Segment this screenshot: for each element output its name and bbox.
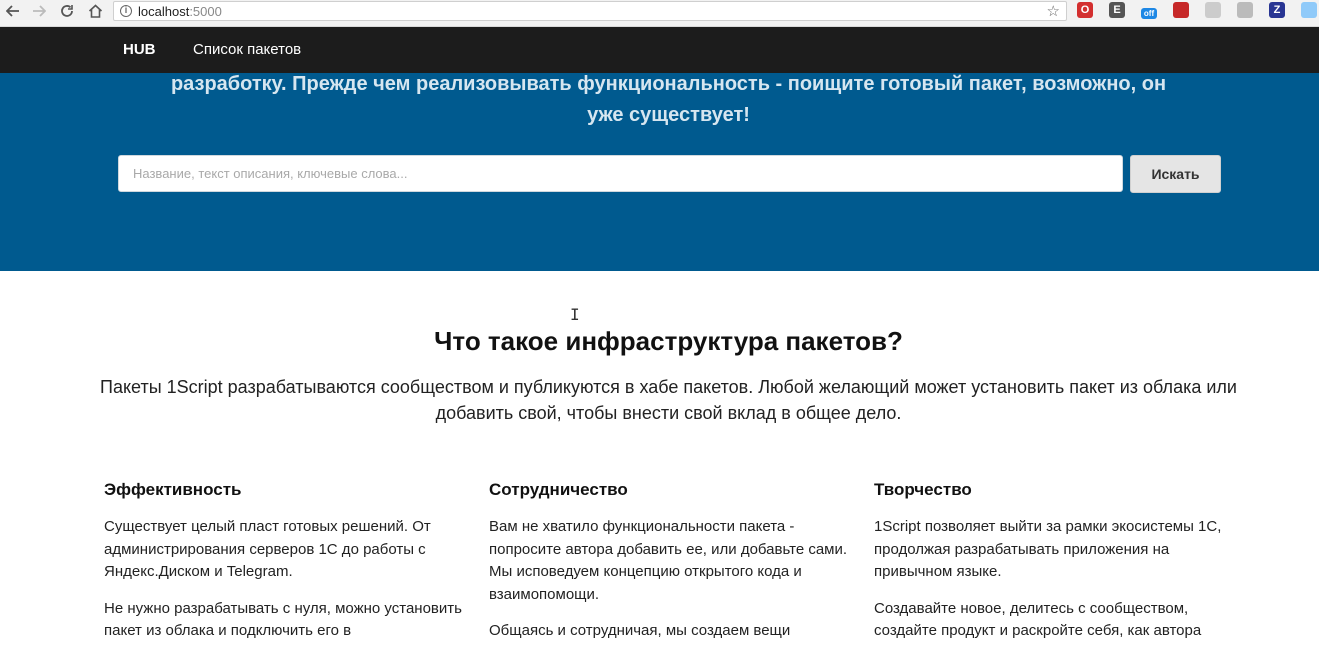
evernote-ext-icon[interactable]: E <box>1109 2 1125 18</box>
feature-efficiency: Эффективность Существует целый пласт гот… <box>104 480 464 657</box>
bookmark-ext-icon[interactable] <box>1173 2 1189 18</box>
feature-title: Сотрудничество <box>489 480 628 499</box>
info-icon[interactable]: i <box>120 5 132 17</box>
feature-collaboration: Сотрудничество Вам не хватило функционал… <box>489 480 849 657</box>
feature-creativity: Творчество 1Script позволяет выйти за ра… <box>874 480 1234 657</box>
section-subtitle: Пакеты 1Script разрабатываются сообществ… <box>100 377 1237 423</box>
hero-text: разработку. Прежде чем реализовывать фун… <box>170 73 1167 126</box>
reload-icon <box>61 5 73 17</box>
home-icon <box>88 4 102 18</box>
feature-paragraph: Не нужно разрабатывать с нуля, можно уст… <box>104 599 462 640</box>
feature-title: Эффективность <box>104 480 242 499</box>
hero-section: разработку. Прежде чем реализовывать фун… <box>0 73 1319 271</box>
nav-link-packages[interactable]: Список пакетов <box>193 41 301 58</box>
home-button[interactable] <box>84 1 106 21</box>
off-ext-icon[interactable]: off <box>1141 8 1157 19</box>
text-cursor-icon: I <box>570 305 580 324</box>
brand-link[interactable]: HUB <box>123 41 156 58</box>
z-ext-icon[interactable]: Z <box>1269 2 1285 18</box>
url-host: localhost <box>138 3 190 19</box>
bookmark-star-icon[interactable]: ☆ <box>1047 2 1060 20</box>
opera-ext-icon[interactable]: O <box>1077 2 1093 18</box>
search-input[interactable] <box>118 155 1123 192</box>
forward-button[interactable] <box>28 1 50 21</box>
feature-paragraph: Существует целый пласт готовых решений. … <box>104 518 431 580</box>
search-button[interactable]: Искать <box>1130 155 1221 193</box>
feature-paragraph: 1Script позволяет выйти за рамки экосист… <box>874 518 1222 580</box>
site-navbar: HUB Список пакетов <box>0 27 1319 73</box>
feature-paragraph: Создавайте новое, делитесь с сообществом… <box>874 599 1202 640</box>
section-title: Что такое инфраструктура пакетов? <box>434 326 903 356</box>
camera-ext-icon[interactable] <box>1205 2 1221 18</box>
url-port: :5000 <box>189 3 222 19</box>
reload-button[interactable] <box>56 1 78 21</box>
windows-ext-icon[interactable] <box>1301 2 1317 18</box>
arrow-right-icon <box>33 5 46 17</box>
feature-title: Творчество <box>874 480 972 499</box>
arrow-left-icon <box>6 5 19 17</box>
feature-paragraph: Общаясь и сотрудничая, мы создаем вещи <box>489 622 791 639</box>
browser-toolbar: i localhost:5000 ☆ O Eoff Z <box>0 0 1319 27</box>
back-button[interactable] <box>2 1 24 21</box>
feature-paragraph: Вам не хватило функциональности пакета -… <box>489 518 848 603</box>
address-bar[interactable]: i localhost:5000 ☆ <box>113 1 1067 21</box>
figure-ext-icon[interactable] <box>1237 2 1253 18</box>
